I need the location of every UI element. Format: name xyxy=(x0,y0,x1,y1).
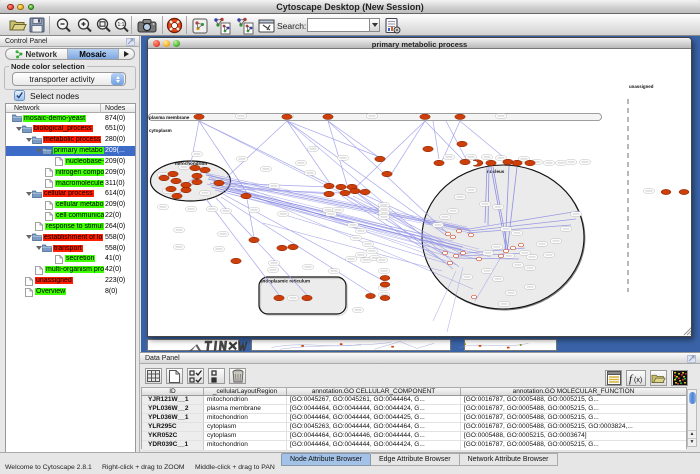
svg-text:endoplasmic reticulum: endoplasmic reticulum xyxy=(260,279,310,284)
svg-text:1:1: 1:1 xyxy=(118,22,125,28)
svg-text:unassigned: unassigned xyxy=(629,84,654,89)
svg-text:(x): (x) xyxy=(634,377,642,384)
svg-text:plasma membrane: plasma membrane xyxy=(149,115,190,120)
svg-text:cytoplasm: cytoplasm xyxy=(149,128,172,133)
svg-text:nucleus: nucleus xyxy=(487,169,505,174)
